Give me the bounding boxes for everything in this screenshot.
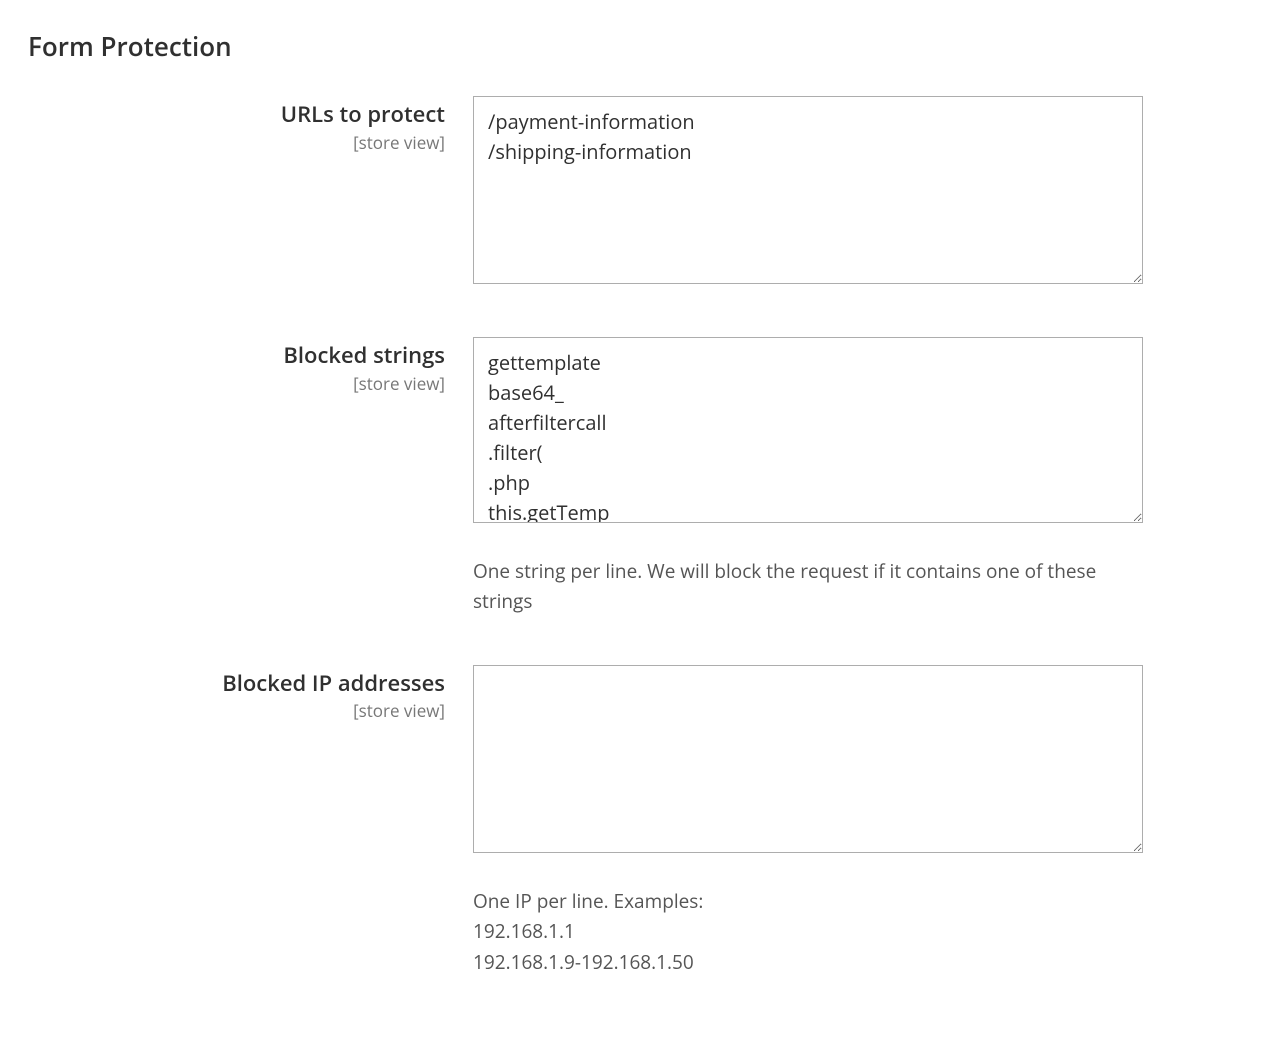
section-title: Form Protection	[28, 28, 1254, 64]
field-input-column: One string per line. We will block the r…	[473, 337, 1143, 617]
blocked-strings-scope: [store view]	[28, 372, 445, 395]
blocked-ips-textarea[interactable]	[473, 665, 1143, 853]
urls-to-protect-textarea[interactable]	[473, 96, 1143, 284]
blocked-strings-hint: One string per line. We will block the r…	[473, 556, 1143, 617]
field-input-column: One IP per line. Examples: 192.168.1.1 1…	[473, 665, 1143, 977]
urls-to-protect-scope: [store view]	[28, 131, 445, 154]
blocked-ips-label: Blocked IP addresses	[28, 669, 445, 698]
field-row-urls-to-protect: URLs to protect [store view]	[28, 96, 1254, 289]
field-label-column: Blocked IP addresses [store view]	[28, 665, 473, 723]
blocked-ips-hint: One IP per line. Examples: 192.168.1.1 1…	[473, 886, 1143, 977]
field-label-column: URLs to protect [store view]	[28, 96, 473, 154]
field-input-column	[473, 96, 1143, 289]
blocked-strings-textarea[interactable]	[473, 337, 1143, 523]
field-label-column: Blocked strings [store view]	[28, 337, 473, 395]
urls-to-protect-label: URLs to protect	[28, 100, 445, 129]
blocked-ips-scope: [store view]	[28, 699, 445, 722]
field-row-blocked-ips: Blocked IP addresses [store view] One IP…	[28, 665, 1254, 977]
form-protection-section: Form Protection URLs to protect [store v…	[28, 28, 1254, 977]
field-row-blocked-strings: Blocked strings [store view] One string …	[28, 337, 1254, 617]
blocked-strings-label: Blocked strings	[28, 341, 445, 370]
